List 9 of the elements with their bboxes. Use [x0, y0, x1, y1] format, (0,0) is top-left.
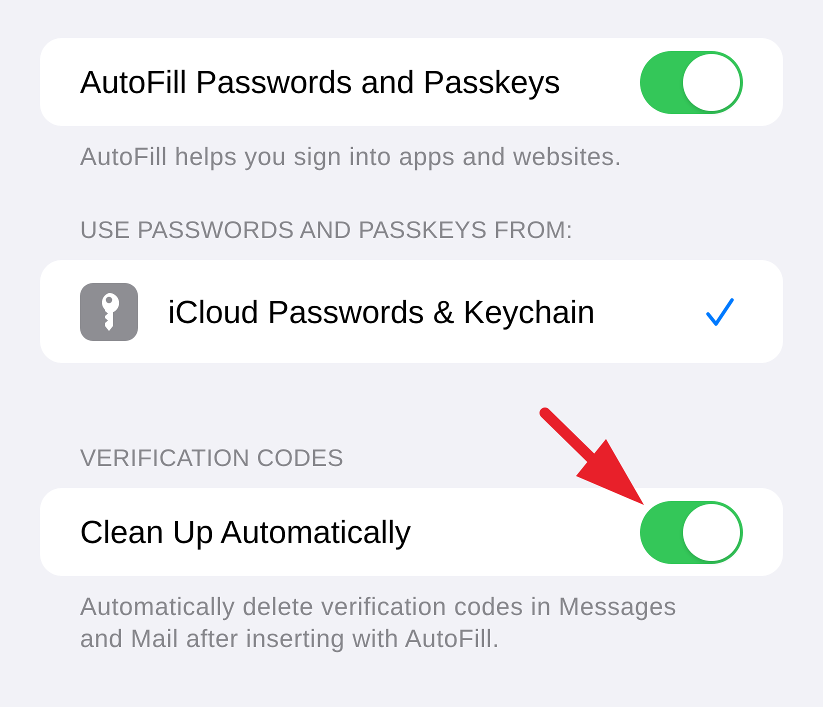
- section-footer: AutoFill helps you sign into apps and websites.: [40, 141, 750, 173]
- key-icon: [80, 282, 138, 340]
- option-label: iCloud Passwords & Keychain: [168, 292, 596, 332]
- section-header: VERIFICATION CODES: [79, 445, 345, 473]
- section-footer: Automatically delete verification codes in Messages and Mail after inserting with AutoFill.: [40, 591, 750, 655]
- toggle-switch[interactable]: [640, 500, 743, 564]
- setting-label: AutoFill Passwords and Passkeys: [80, 63, 560, 102]
- section-header: USE PASSWORDS AND PASSKEYS FROM:: [79, 217, 574, 245]
- setting-label: Clean Up Automatically: [80, 513, 411, 552]
